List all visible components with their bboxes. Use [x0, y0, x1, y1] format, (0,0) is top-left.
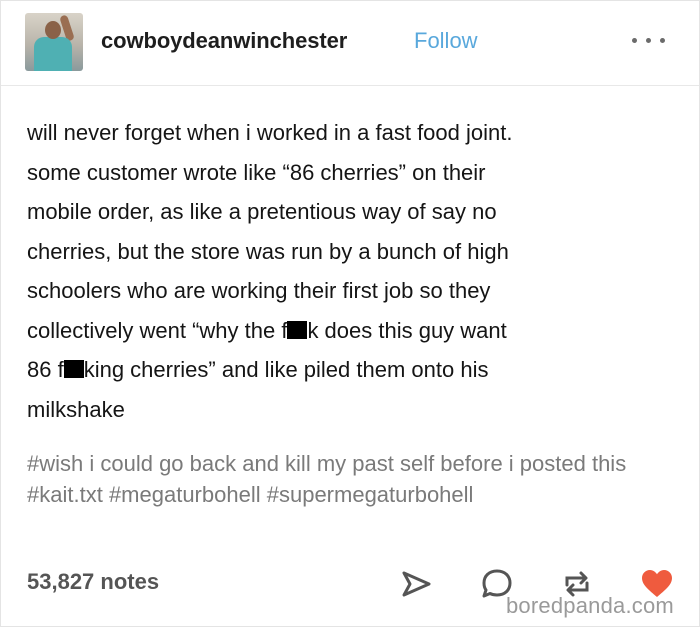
more-dot: [660, 38, 665, 43]
body-text-segment: king cherries” and like piled them onto …: [83, 357, 489, 382]
username[interactable]: cowboydeanwinchester: [101, 28, 347, 54]
body-line: milkshake: [27, 396, 125, 422]
body-text-segment: 86 f: [27, 357, 64, 382]
body-text-segment: k does this guy want: [307, 317, 507, 343]
tag-link[interactable]: #megaturbohell: [109, 482, 261, 507]
body-line: 86 f king cherries” and like piled them o…: [27, 350, 677, 390]
notes-count[interactable]: 53,827 notes: [27, 569, 159, 595]
body-line: collectively went “why the f k does this …: [27, 311, 677, 351]
body-line: schoolers who are working their first jo…: [27, 278, 491, 303]
more-dot: [646, 38, 651, 43]
more-dot: [632, 38, 637, 43]
watermark: boredpanda.com: [506, 593, 674, 618]
body-text-segment: collectively went “why the f: [27, 317, 288, 343]
post-tags: #wish i could go back and kill my past s…: [27, 448, 677, 510]
tumblr-post: cowboydeanwinchester Follow will never f…: [0, 0, 700, 627]
avatar-body: [34, 37, 72, 71]
more-options-icon[interactable]: [629, 25, 669, 55]
post-body: will never forget when i worked in a fas…: [27, 113, 677, 429]
body-line: some customer wrote like “86 cherries” o…: [27, 159, 486, 185]
post-header: cowboydeanwinchester Follow: [1, 1, 699, 86]
tag-link[interactable]: #supermegaturbohell: [267, 482, 474, 507]
avatar-head: [45, 21, 61, 39]
body-line: mobile order, as like a pretentious way …: [27, 199, 497, 224]
censor-bar: [63, 360, 84, 378]
follow-button[interactable]: Follow: [414, 28, 478, 54]
tag-link[interactable]: #wish i could go back and kill my past s…: [27, 451, 626, 476]
share-icon[interactable]: [399, 566, 435, 602]
body-line: will never forget when i worked in a fas…: [27, 120, 513, 145]
avatar[interactable]: [25, 13, 83, 71]
tag-link[interactable]: #kait.txt: [27, 482, 103, 507]
censor-bar: [287, 320, 308, 339]
share-icon-svg: [402, 571, 431, 597]
body-line: cherries, but the store was run by a bun…: [27, 238, 509, 264]
